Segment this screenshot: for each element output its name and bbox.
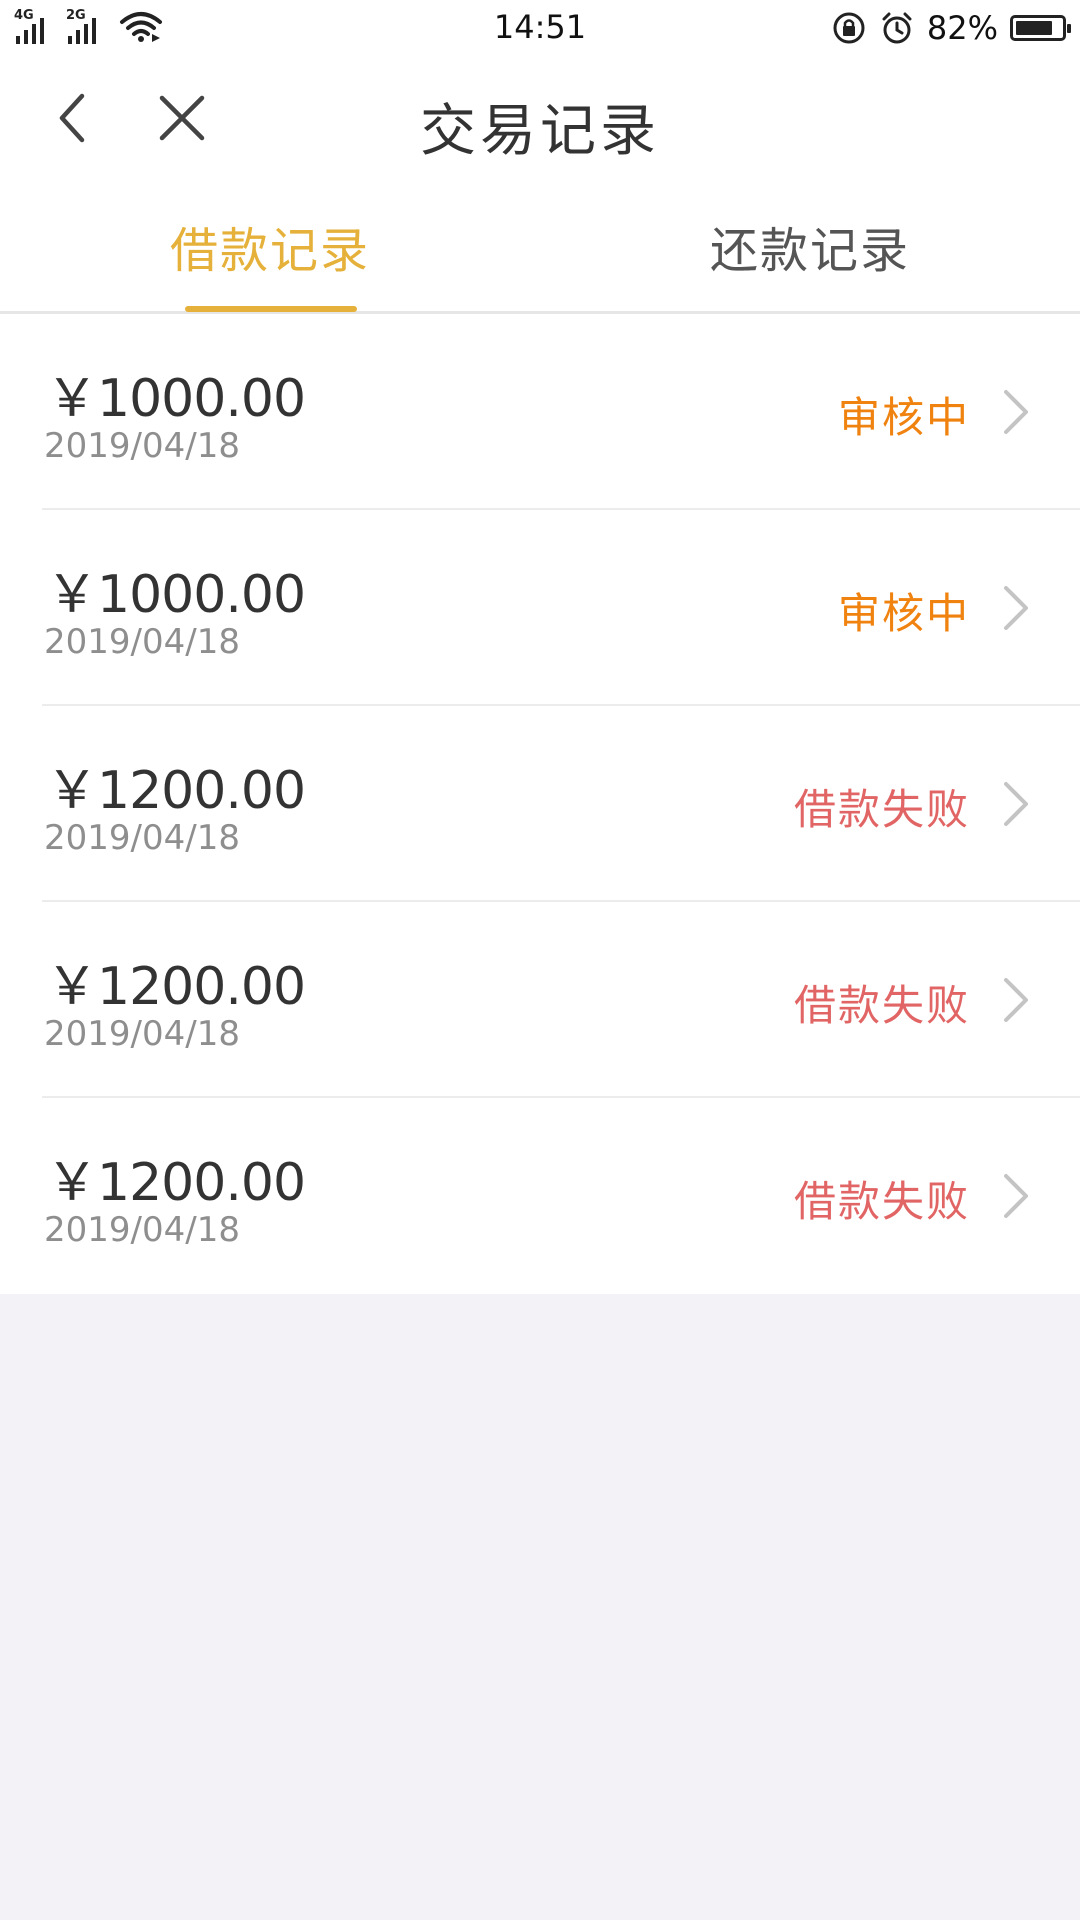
record-date: 2019/04/18 (44, 1210, 240, 1250)
battery-icon (1010, 15, 1071, 41)
record-amount: ￥1200.00 (46, 1153, 306, 1213)
status-bar: 4G 2G 14:51 82% (0, 0, 1080, 56)
record-amount: ￥1200.00 (46, 957, 306, 1017)
tab-bar: 借款记录 还款记录 (0, 186, 1080, 314)
record-amount: ￥1000.00 (46, 369, 306, 429)
record-amount: ￥1000.00 (46, 565, 306, 625)
record-status: 借款失败 (793, 1177, 970, 1226)
record-date: 2019/04/18 (44, 1014, 240, 1054)
record-status: 借款失败 (793, 981, 970, 1030)
battery-percent: 82% (926, 9, 998, 47)
chevron-right-icon (1004, 782, 1028, 826)
record-status: 审核中 (837, 393, 970, 442)
list-item[interactable]: ￥1000.00 2019/04/18 审核中 (0, 314, 1080, 510)
chevron-right-icon (1004, 1174, 1028, 1218)
record-amount: ￥1200.00 (46, 761, 306, 821)
nav-header: 交易记录 (0, 56, 1080, 186)
active-tab-indicator (185, 306, 357, 312)
record-status: 审核中 (837, 589, 970, 638)
record-date: 2019/04/18 (44, 818, 240, 858)
rotation-lock-icon (833, 12, 865, 44)
tab-borrow-records[interactable]: 借款记录 (0, 186, 540, 312)
list-item[interactable]: ￥1200.00 2019/04/18 借款失败 (0, 902, 1080, 1098)
record-date: 2019/04/18 (44, 426, 240, 466)
record-list: ￥1000.00 2019/04/18 审核中 ￥1000.00 2019/04… (0, 314, 1080, 1294)
list-item[interactable]: ￥1000.00 2019/04/18 审核中 (0, 510, 1080, 706)
page-title: 交易记录 (420, 99, 660, 164)
chevron-right-icon (1004, 978, 1028, 1022)
list-item[interactable]: ￥1200.00 2019/04/18 借款失败 (0, 1098, 1080, 1294)
status-bar-right: 82% (831, 8, 1071, 48)
tab-label: 还款记录 (709, 222, 910, 279)
tab-label: 借款记录 (169, 222, 370, 279)
chevron-right-icon (1004, 390, 1028, 434)
alarm-icon (882, 12, 912, 44)
record-status: 借款失败 (793, 785, 970, 834)
chevron-right-icon (1004, 586, 1028, 630)
list-item[interactable]: ￥1200.00 2019/04/18 借款失败 (0, 706, 1080, 902)
tab-repay-records[interactable]: 还款记录 (540, 186, 1080, 311)
record-date: 2019/04/18 (44, 622, 240, 662)
